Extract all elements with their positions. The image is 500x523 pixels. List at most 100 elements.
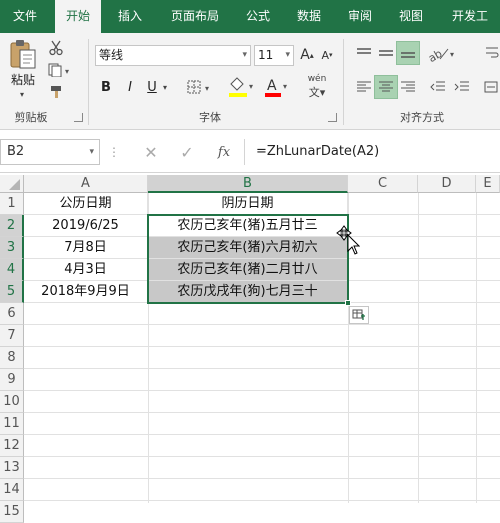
row-header-1[interactable]: 1 [0, 193, 24, 215]
svg-text:ab: ab [426, 47, 444, 63]
formula-bar-divider [244, 139, 245, 165]
insert-function-button[interactable]: fx [212, 141, 236, 163]
tab-data[interactable]: 数据 [286, 0, 332, 33]
font-size-combo[interactable]: 11 ▾ [254, 45, 294, 66]
decrease-font-size-button[interactable]: A ▾ [318, 45, 336, 65]
cell-a3[interactable]: 7月8日 [24, 237, 148, 259]
align-center-icon[interactable] [374, 75, 398, 99]
row-header-4[interactable]: 4 [0, 259, 24, 281]
ribbon-tab-bar: 文件 开始 插入 页面布局 公式 数据 审阅 视图 开发工 [0, 0, 500, 34]
font-color-icon[interactable]: A ▾ [262, 75, 292, 99]
paste-dropdown-icon[interactable]: ▾ [14, 89, 30, 99]
row-header-14[interactable]: 14 [0, 479, 24, 501]
name-box-value: B2 [7, 144, 25, 159]
svg-text:▾: ▾ [450, 50, 454, 59]
column-header-c[interactable]: C [348, 175, 418, 193]
cell-a4[interactable]: 4月3日 [24, 259, 148, 281]
row-header-13[interactable]: 13 [0, 457, 24, 479]
increase-indent-icon[interactable] [452, 77, 472, 97]
tab-file[interactable]: 文件 [0, 0, 50, 33]
cell-b4[interactable]: 农历己亥年(猪)二月廿八 [148, 259, 348, 281]
font-name-combo[interactable]: 等线 ▾ [95, 45, 251, 66]
group-separator [88, 39, 89, 125]
tab-review[interactable]: 审阅 [338, 0, 382, 33]
chevron-down-icon: ▾ [89, 147, 94, 157]
cell-b1[interactable]: 阴历日期 [148, 193, 348, 215]
cell-a5[interactable]: 2018年9月9日 [24, 281, 148, 303]
fill-color-icon[interactable]: ▾ [226, 75, 258, 99]
format-painter-icon[interactable] [46, 83, 68, 101]
select-all-corner[interactable] [0, 175, 24, 193]
name-box[interactable]: B2 ▾ [0, 139, 100, 165]
cell-a2[interactable]: 2019/6/25 [24, 215, 148, 237]
clipboard-launcher-icon[interactable] [74, 113, 83, 122]
paste-icon[interactable] [6, 37, 40, 71]
phonetic-guide-button[interactable]: wén 文▾ [300, 74, 334, 99]
cell-b2[interactable]: 农历己亥年(猪)五月廿三 [148, 215, 348, 237]
tab-insert[interactable]: 插入 [107, 0, 153, 33]
tab-home[interactable]: 开始 [55, 0, 101, 34]
align-right-icon[interactable] [398, 77, 418, 97]
tab-developer[interactable]: 开发工 [440, 0, 500, 33]
font-group-label: 字体 [199, 111, 221, 124]
more-options-icon[interactable]: ⋮ [108, 145, 120, 159]
borders-icon[interactable]: ▾ [186, 77, 214, 97]
increase-font-size-button[interactable]: A ▴ [298, 45, 316, 65]
row-header-2[interactable]: 2 [0, 215, 24, 237]
shrink-font-label: A [321, 48, 329, 62]
quick-analysis-icon[interactable] [349, 306, 369, 324]
decrease-indent-icon[interactable] [428, 77, 448, 97]
wrap-text-icon[interactable] [484, 41, 500, 65]
cancel-icon[interactable]: ✕ [140, 141, 162, 163]
svg-text:▾: ▾ [205, 84, 209, 93]
cell-b5[interactable]: 农历戊戌年(狗)七月三十 [148, 281, 348, 303]
row-header-7[interactable]: 7 [0, 325, 24, 347]
paste-button-label[interactable]: 粘贴 [6, 71, 40, 87]
cell-b3[interactable]: 农历己亥年(猪)六月初六 [148, 237, 348, 259]
row-header-6[interactable]: 6 [0, 303, 24, 325]
row-header-11[interactable]: 11 [0, 413, 24, 435]
row-header-12[interactable]: 12 [0, 435, 24, 457]
column-header-b[interactable]: B [148, 175, 348, 193]
font-launcher-icon[interactable] [328, 113, 337, 122]
merge-center-icon[interactable] [482, 77, 500, 97]
text-orientation-icon[interactable]: ab ▾ [424, 41, 460, 65]
grow-font-label: A [300, 47, 310, 63]
column-header-d[interactable]: D [418, 175, 476, 193]
underline-button[interactable]: U [144, 77, 160, 97]
svg-text:A: A [267, 78, 277, 94]
alignment-group-label: 对齐方式 [400, 111, 444, 124]
cut-icon[interactable] [46, 39, 66, 57]
row-header-10[interactable]: 10 [0, 391, 24, 413]
move-cursor-icon [336, 225, 361, 258]
svg-text:▾: ▾ [249, 82, 253, 91]
column-header-a[interactable]: A [24, 175, 148, 193]
enter-icon[interactable]: ✓ [176, 141, 198, 163]
tab-view[interactable]: 视图 [388, 0, 434, 33]
row-header-5[interactable]: 5 [0, 281, 24, 303]
chevron-down-icon: ▾ [285, 50, 290, 60]
align-middle-icon[interactable] [376, 43, 396, 63]
column-header-e[interactable]: E [476, 175, 500, 193]
row-header-9[interactable]: 9 [0, 369, 24, 391]
formula-bar: B2 ▾ ⋮ ✕ ✓ fx =ZhLunarDate(A2) [0, 131, 500, 173]
font-name-value: 等线 [99, 48, 124, 62]
tab-page-layout[interactable]: 页面布局 [160, 0, 230, 33]
phonetic-label: wén [307, 74, 327, 84]
row-header-8[interactable]: 8 [0, 347, 24, 369]
worksheet-grid: A B C D E 1 2 3 4 5 6 7 8 9 10 11 12 13 … [0, 175, 500, 523]
font-size-value: 11 [258, 48, 274, 62]
cell-a1[interactable]: 公历日期 [24, 193, 148, 215]
chevron-down-icon[interactable]: ▾ [160, 77, 170, 97]
row-header-15[interactable]: 15 [0, 501, 24, 523]
copy-icon[interactable]: ▾ [46, 61, 74, 79]
align-bottom-icon[interactable] [396, 41, 420, 65]
row-header-3[interactable]: 3 [0, 237, 24, 259]
phonetic-icon: 文▾ [308, 86, 326, 99]
align-left-icon[interactable] [354, 77, 374, 97]
align-top-icon[interactable] [354, 43, 374, 63]
tab-formulas[interactable]: 公式 [236, 0, 280, 33]
bold-button[interactable]: B [98, 77, 114, 97]
formula-input[interactable]: =ZhLunarDate(A2) [250, 139, 500, 165]
italic-button[interactable]: I [122, 77, 138, 97]
